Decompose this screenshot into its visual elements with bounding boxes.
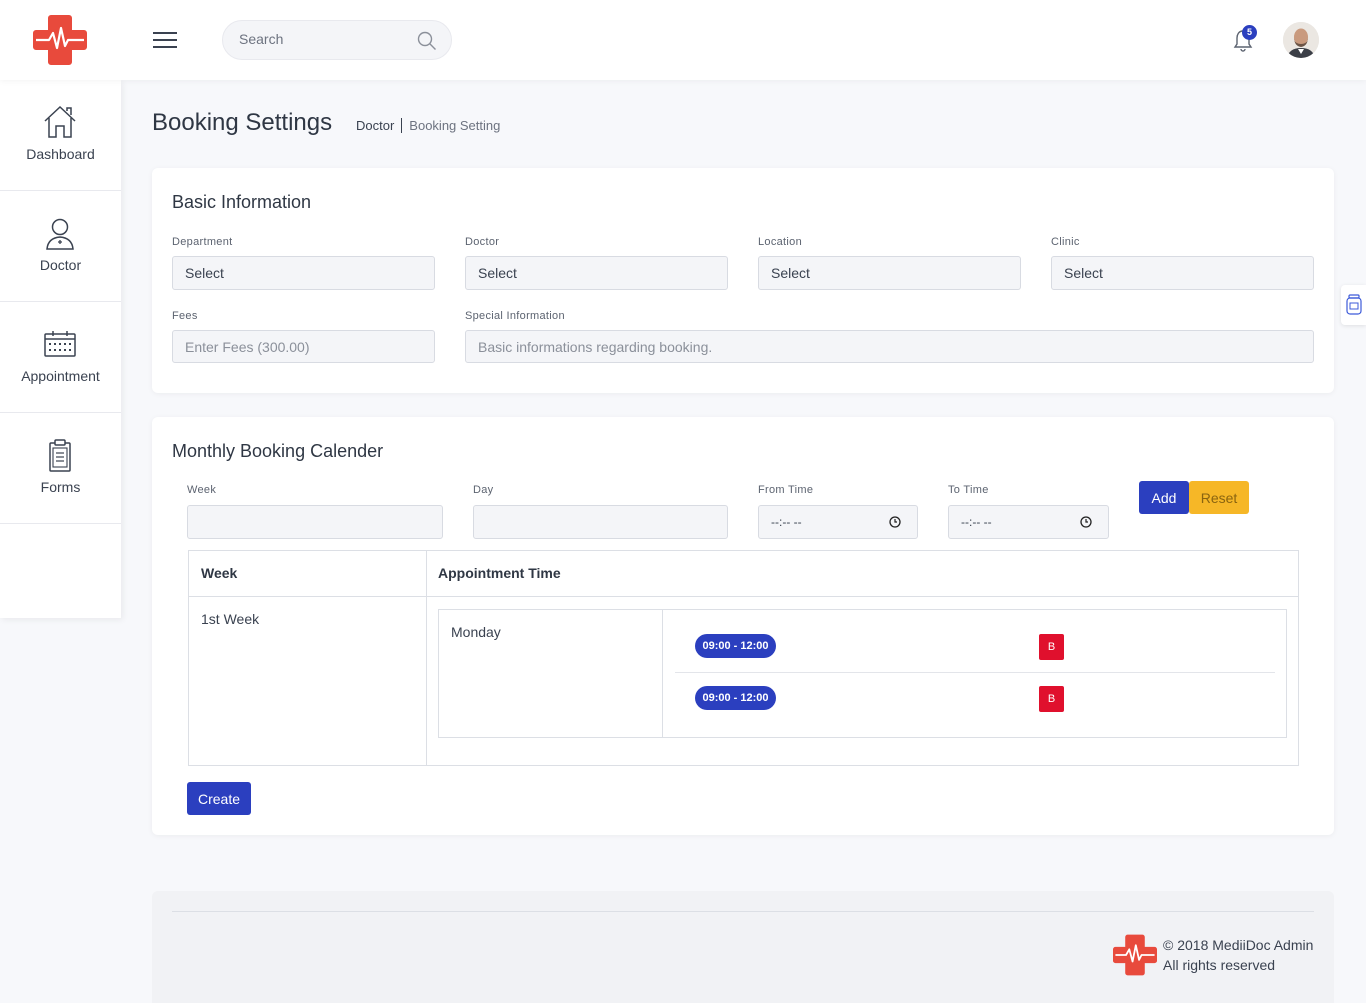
medical-cross-logo xyxy=(1113,934,1157,976)
sidebar: Dashboard Doctor Appointment Forms xyxy=(0,80,121,618)
card-title: Monthly Booking Calender xyxy=(172,441,384,461)
day-cell: Monday xyxy=(451,624,501,640)
special-information-label: Special Information xyxy=(465,310,565,322)
sidebar-item-forms[interactable]: Forms xyxy=(0,413,121,524)
search-box[interactable] xyxy=(222,20,452,60)
column-header-week: Week xyxy=(201,565,238,581)
footer-copyright: © 2018 MediiDoc Admin xyxy=(1163,937,1314,953)
sidebar-item-dashboard[interactable]: Dashboard xyxy=(0,80,121,191)
doctor-label: Doctor xyxy=(465,236,500,248)
medical-cross-logo[interactable] xyxy=(32,13,88,67)
time-slot-badge[interactable]: 09:00 - 12:00 xyxy=(695,634,776,658)
sidebar-item-doctor[interactable]: Doctor xyxy=(0,191,121,302)
day-input[interactable] xyxy=(473,505,728,539)
avatar[interactable] xyxy=(1283,22,1319,58)
from-time-value: --:-- -- xyxy=(771,515,802,529)
special-information-input[interactable]: Basic informations regarding booking. xyxy=(465,330,1314,363)
from-time-label: From Time xyxy=(758,484,814,496)
clock-icon[interactable] xyxy=(889,516,901,528)
card-title: Basic Information xyxy=(172,192,312,212)
sidebar-item-appointment[interactable]: Appointment xyxy=(0,302,121,413)
search-icon[interactable] xyxy=(417,31,437,51)
booking-table: Week Appointment Time 1st Week Monday 09… xyxy=(188,550,1299,766)
breadcrumb-separator xyxy=(401,118,403,133)
from-time-input[interactable]: --:-- -- xyxy=(758,505,918,539)
clipboard-icon xyxy=(49,439,71,472)
clock-icon[interactable] xyxy=(1080,516,1092,528)
week-input[interactable] xyxy=(187,505,443,539)
sidebar-item-label: Appointment xyxy=(21,368,100,384)
column-header-appointment-time: Appointment Time xyxy=(438,565,561,581)
breadcrumb-current: Booking Setting xyxy=(409,118,501,133)
doctor-icon xyxy=(46,218,74,250)
search-input[interactable] xyxy=(239,31,409,47)
basic-information-card: Basic Information Department Select Doct… xyxy=(152,168,1334,393)
doctor-select[interactable]: Select xyxy=(465,256,728,290)
sidebar-item-label: Forms xyxy=(40,479,81,495)
to-time-label: To Time xyxy=(948,484,989,496)
to-time-value: --:-- -- xyxy=(961,515,992,529)
notification-badge: 5 xyxy=(1242,25,1257,40)
department-label: Department xyxy=(172,236,233,248)
menu-toggle-icon[interactable] xyxy=(153,32,177,48)
page-title: Booking Settings xyxy=(152,109,333,136)
monthly-booking-calendar-card: Monthly Booking Calender Week Day From T… xyxy=(152,417,1334,835)
department-select[interactable]: Select xyxy=(172,256,435,290)
create-button[interactable]: Create xyxy=(187,782,251,815)
sidebar-item-label: Doctor xyxy=(39,257,82,273)
day-label: Day xyxy=(473,484,494,496)
footer: © 2018 MediiDoc Admin All rights reserve… xyxy=(152,891,1334,1003)
location-label: Location xyxy=(758,236,802,248)
week-cell: 1st Week xyxy=(201,611,260,627)
fees-label: Fees xyxy=(172,310,198,322)
top-header: 5 xyxy=(0,0,1366,80)
jar-icon xyxy=(1346,294,1362,315)
breadcrumb-link-doctor[interactable]: Doctor xyxy=(356,118,394,133)
time-slot-badge[interactable]: 09:00 - 12:00 xyxy=(695,686,776,710)
clinic-label: Clinic xyxy=(1051,236,1080,248)
sidebar-item-label: Dashboard xyxy=(26,146,95,162)
reset-button[interactable]: Reset xyxy=(1189,481,1249,514)
clinic-select[interactable]: Select xyxy=(1051,256,1314,290)
location-select[interactable]: Select xyxy=(758,256,1021,290)
calendar-icon xyxy=(44,331,76,357)
to-time-input[interactable]: --:-- -- xyxy=(948,505,1109,539)
week-label: Week xyxy=(187,484,217,496)
fees-input[interactable]: Enter Fees (300.00) xyxy=(172,330,435,363)
slot-action-button[interactable]: B xyxy=(1039,686,1064,712)
add-button[interactable]: Add xyxy=(1139,481,1189,514)
footer-rights: All rights reserved xyxy=(1163,957,1276,973)
settings-side-tab[interactable] xyxy=(1341,285,1366,325)
day-schedule: Monday 09:00 - 12:00 B 09:00 - 12:00 B xyxy=(438,609,1287,738)
home-icon xyxy=(44,105,76,138)
breadcrumb: Doctor Booking Setting xyxy=(356,118,500,133)
slot-action-button[interactable]: B xyxy=(1039,634,1064,660)
